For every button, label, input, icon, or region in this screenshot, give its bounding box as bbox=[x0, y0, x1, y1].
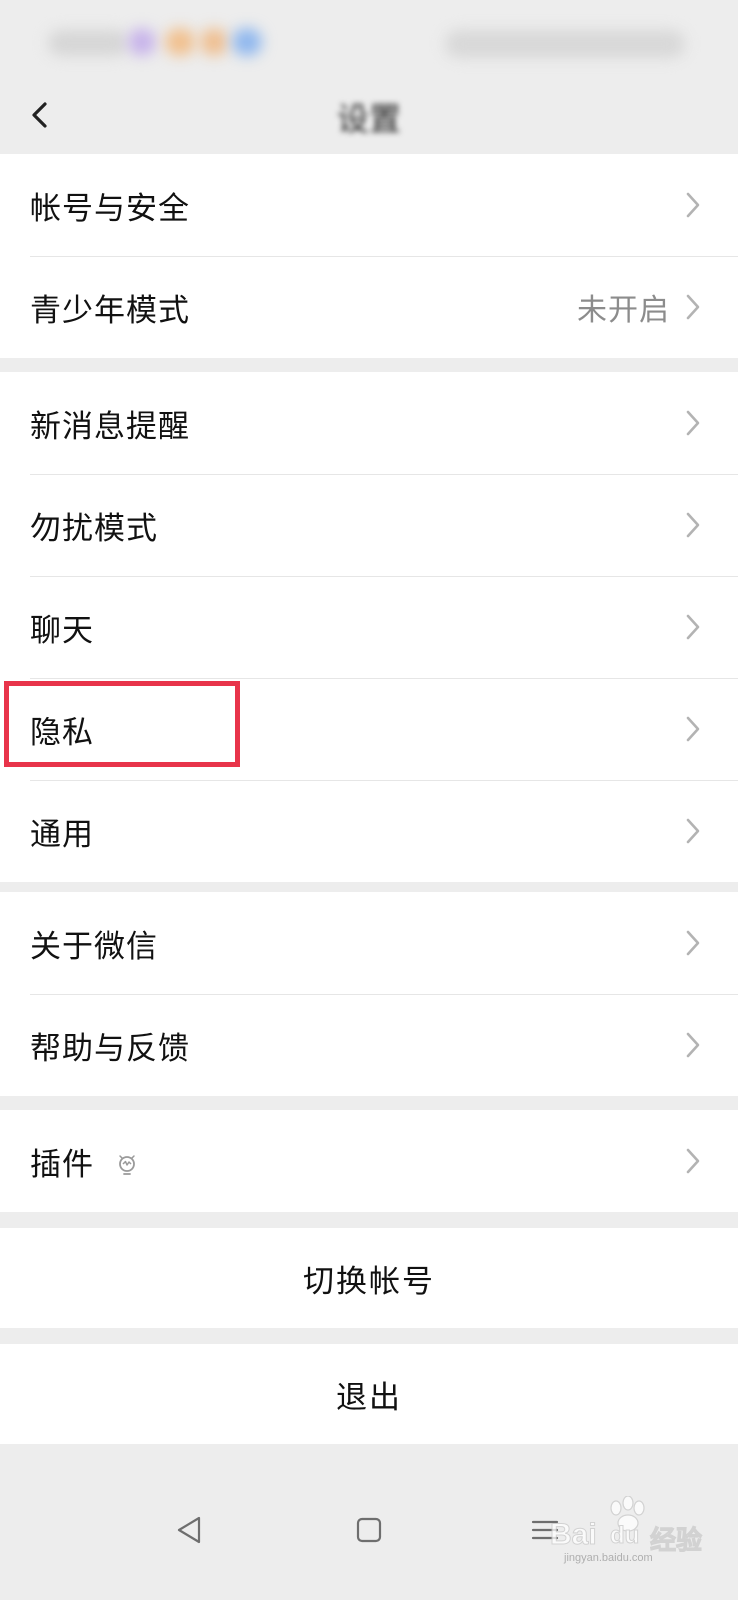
teen-mode-status: 未开启 bbox=[577, 293, 670, 328]
status-app-icon-orange-2 bbox=[200, 28, 228, 56]
status-app-icon-blue bbox=[232, 28, 262, 56]
settings-group-about: 关于微信 帮助与反馈 bbox=[0, 892, 738, 1096]
status-bar bbox=[0, 0, 738, 80]
watermark-url: jingyan.baidu.com bbox=[564, 1552, 653, 1564]
row-label: 帮助与反馈 bbox=[30, 1030, 190, 1067]
row-about-wechat[interactable]: 关于微信 bbox=[0, 892, 738, 994]
row-general[interactable]: 通用 bbox=[0, 780, 738, 882]
chevron-right-icon bbox=[686, 1032, 700, 1058]
chevron-right-icon bbox=[686, 1148, 700, 1174]
chevron-right-icon bbox=[686, 410, 700, 436]
baidu-watermark: Bai du 经验 jingyan.baidu.com bbox=[530, 1496, 730, 1566]
chevron-right-icon bbox=[686, 192, 700, 218]
row-plugins[interactable]: 插件 bbox=[0, 1110, 738, 1212]
square-home-icon bbox=[356, 1517, 382, 1543]
chevron-right-icon bbox=[686, 716, 700, 742]
row-label: 通用 bbox=[30, 816, 94, 853]
logout-group: 退出 bbox=[0, 1344, 738, 1444]
switch-account-button[interactable]: 切换帐号 bbox=[0, 1228, 738, 1328]
status-app-icon-orange bbox=[165, 28, 195, 56]
triangle-back-icon bbox=[177, 1516, 201, 1544]
plugins-label: 插件 bbox=[30, 1146, 94, 1183]
settings-screen: 设置 帐号与安全 青少年模式 未开启 新消息提醒 勿扰模式 聊天 隐私 通用 关… bbox=[0, 0, 738, 1600]
nav-header: 设置 bbox=[0, 80, 738, 154]
chevron-right-icon bbox=[686, 512, 700, 538]
row-do-not-disturb[interactable]: 勿扰模式 bbox=[0, 474, 738, 576]
row-new-message-alerts[interactable]: 新消息提醒 bbox=[0, 372, 738, 474]
watermark-brand: Bai bbox=[550, 1518, 598, 1552]
privacy-highlight-box bbox=[4, 681, 240, 767]
chevron-right-icon bbox=[686, 294, 700, 320]
settings-group-plugins: 插件 bbox=[0, 1110, 738, 1212]
page-title: 设置 bbox=[336, 100, 401, 138]
settings-group-account: 帐号与安全 青少年模式 未开启 bbox=[0, 154, 738, 358]
row-label: 帐号与安全 bbox=[30, 190, 190, 227]
row-teen-mode[interactable]: 青少年模式 未开启 bbox=[0, 256, 738, 358]
row-chat[interactable]: 聊天 bbox=[0, 576, 738, 678]
status-app-icon-purple bbox=[128, 28, 156, 56]
plugin-bulb-icon bbox=[118, 1155, 135, 1175]
switch-account-group: 切换帐号 bbox=[0, 1228, 738, 1328]
row-help-feedback[interactable]: 帮助与反馈 bbox=[0, 994, 738, 1096]
nav-back-button[interactable] bbox=[160, 1500, 220, 1560]
row-label: 插件 bbox=[30, 1139, 139, 1184]
logout-label: 退出 bbox=[336, 1379, 402, 1416]
row-label: 关于微信 bbox=[30, 928, 158, 965]
nav-home-button[interactable] bbox=[339, 1500, 399, 1560]
chevron-right-icon bbox=[686, 818, 700, 844]
settings-group-general: 新消息提醒 勿扰模式 聊天 隐私 通用 bbox=[0, 372, 738, 882]
chevron-right-icon bbox=[686, 930, 700, 956]
logout-button[interactable]: 退出 bbox=[0, 1344, 738, 1444]
status-bar-right-blur bbox=[445, 30, 685, 58]
row-label: 勿扰模式 bbox=[30, 510, 158, 547]
switch-account-label: 切换帐号 bbox=[303, 1263, 435, 1300]
chevron-right-icon bbox=[686, 614, 700, 640]
watermark-cn: 经验 bbox=[649, 1526, 703, 1557]
row-account-security[interactable]: 帐号与安全 bbox=[0, 154, 738, 256]
row-label: 新消息提醒 bbox=[30, 408, 190, 445]
row-label: 聊天 bbox=[30, 612, 94, 649]
row-label: 青少年模式 bbox=[30, 292, 190, 329]
status-bar-left-blur bbox=[48, 30, 128, 56]
watermark-brand-suffix: du bbox=[609, 1522, 640, 1550]
